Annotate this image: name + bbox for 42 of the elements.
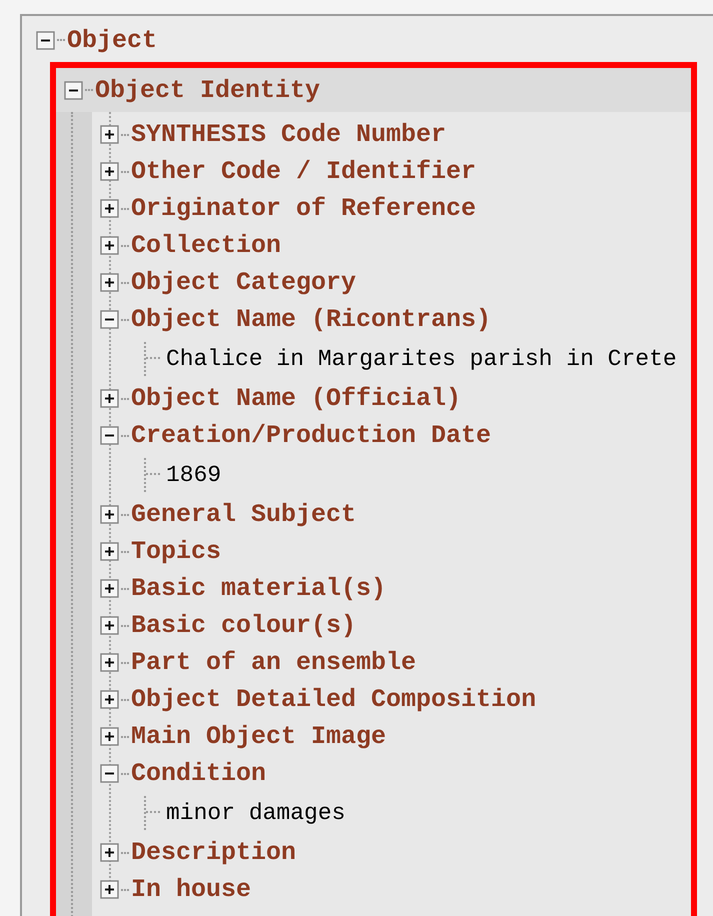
- expand-icon[interactable]: [100, 389, 119, 408]
- tree-node-label[interactable]: Object Detailed Composition: [131, 687, 536, 712]
- tree-node-label[interactable]: Object: [67, 28, 158, 52]
- expand-icon[interactable]: [100, 162, 119, 181]
- collapse-icon[interactable]: [64, 80, 83, 100]
- collapse-icon[interactable]: [36, 30, 55, 50]
- tree-node-label[interactable]: Other Code / Identifier: [131, 159, 476, 184]
- collapse-icon[interactable]: [100, 764, 119, 783]
- tree-node-label[interactable]: Basic material(s): [131, 576, 386, 601]
- tree-node-label[interactable]: Condition: [131, 761, 266, 786]
- expand-icon[interactable]: [100, 843, 119, 862]
- tree-node-label[interactable]: In house: [131, 877, 252, 902]
- tree-node-label[interactable]: Basic colour(s): [131, 613, 356, 638]
- expand-icon[interactable]: [100, 690, 119, 709]
- tree-node-label[interactable]: Description: [131, 840, 296, 865]
- tree-node-label[interactable]: Object Category: [131, 270, 356, 295]
- tree-node-label[interactable]: Collection: [131, 233, 282, 258]
- tree-node-label[interactable]: Originator of Reference: [131, 196, 476, 221]
- field-value: Chalice in Margarites parish in Crete: [166, 344, 677, 374]
- expand-icon[interactable]: [100, 542, 119, 561]
- expand-icon[interactable]: [100, 505, 119, 524]
- expand-icon[interactable]: [100, 579, 119, 598]
- tree-node-label[interactable]: Part of an ensemble: [131, 650, 416, 675]
- expand-icon[interactable]: [100, 727, 119, 746]
- expand-icon[interactable]: [100, 616, 119, 635]
- expand-icon[interactable]: [100, 273, 119, 292]
- tree-node-label[interactable]: Topics: [131, 539, 222, 564]
- expand-icon[interactable]: [100, 236, 119, 255]
- expand-icon[interactable]: [100, 880, 119, 899]
- expand-icon[interactable]: [100, 125, 119, 144]
- field-value: minor damages: [166, 798, 346, 828]
- expand-icon[interactable]: [100, 199, 119, 218]
- tree-node-label[interactable]: General Subject: [131, 502, 356, 527]
- field-value: 1869: [166, 460, 222, 490]
- expand-icon[interactable]: [100, 653, 119, 672]
- tree-node-label[interactable]: Main Object Image: [131, 724, 386, 749]
- collapse-icon[interactable]: [100, 426, 119, 445]
- tree-node-label[interactable]: Creation/Production Date: [131, 423, 492, 448]
- tree-node-label[interactable]: Object Name (Official): [131, 386, 462, 411]
- tree-node-label[interactable]: SYNTHESIS Code Number: [131, 122, 446, 147]
- tree-node-label[interactable]: Object Name (Ricontrans): [131, 307, 492, 332]
- collapse-icon[interactable]: [100, 310, 119, 329]
